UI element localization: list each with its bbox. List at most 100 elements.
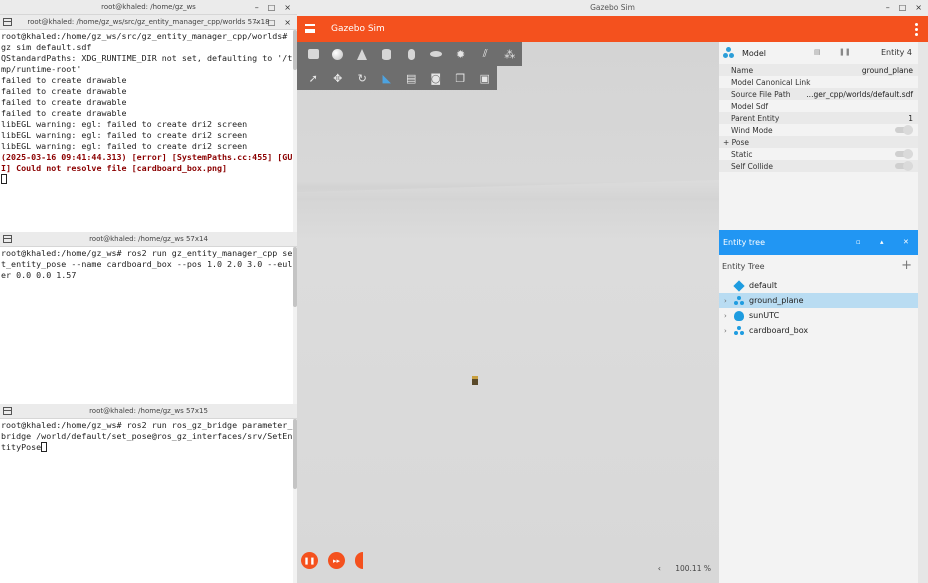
tree-item-ground-plane[interactable]: › ground_plane: [719, 293, 918, 308]
app-title: Gazebo Sim: [331, 24, 385, 34]
terminal-line: root@khaled:/home/gz_ws/src/gz_entity_ma…: [1, 31, 293, 52]
terminal-line: failed to create drawable: [1, 75, 127, 85]
entity-tree-header-title: Entity tree: [723, 238, 765, 247]
terminal-line: libEGL warning: egl: failed to create dr…: [1, 130, 248, 140]
select-icon[interactable]: ➚: [301, 66, 326, 90]
scene-3d-viewport[interactable]: ✹ ⫽ ⁂ ➚ ✥ ↻ ◣ ▤ ◙ ❐ ▣ ❚❚ ▸▸ ‹ 100.11 %: [297, 42, 719, 583]
shapes-toolbar: ✹ ⫽ ⁂: [297, 42, 522, 66]
terminal-window-set-pose[interactable]: root@khaled: /home/gz_ws 57x14 root@khal…: [0, 232, 297, 404]
terminal-output[interactable]: root@khaled:/home/gz_ws# ros2 run ros_gz…: [0, 419, 297, 454]
static-toggle[interactable]: [895, 149, 913, 159]
collapse-icon[interactable]: ▴: [880, 230, 884, 255]
terminal-cursor: [41, 442, 48, 452]
model-icon: [723, 47, 735, 59]
maximize-icon[interactable]: □: [268, 15, 276, 30]
tree-item-default[interactable]: default: [719, 278, 918, 293]
wind-mode-toggle[interactable]: [895, 125, 913, 135]
component-row-model-sdf[interactable]: Model Sdf: [719, 100, 918, 112]
paste-icon[interactable]: ▣: [473, 66, 498, 90]
terminal-line: failed to create drawable: [1, 86, 127, 96]
terminal-line: failed to create drawable: [1, 108, 127, 118]
close-icon[interactable]: ×: [284, 15, 291, 30]
close-icon[interactable]: ×: [284, 0, 291, 15]
minimize-icon[interactable]: –: [255, 0, 259, 15]
model-icon: [734, 295, 744, 306]
capsule-icon[interactable]: [399, 42, 424, 66]
translate-icon[interactable]: ✥: [326, 66, 351, 90]
add-entity-icon[interactable]: +: [901, 258, 912, 274]
real-time-factor: 100.11 %: [675, 564, 711, 573]
chevron-right-icon[interactable]: ›: [724, 297, 734, 305]
component-row-wind-mode: Wind Mode: [719, 124, 918, 136]
more-options-icon[interactable]: [915, 23, 918, 36]
copy-icon[interactable]: ❐: [448, 66, 473, 90]
maximize-icon[interactable]: □: [268, 0, 276, 15]
lock-icon[interactable]: ▤: [814, 48, 821, 56]
minimize-icon[interactable]: –: [255, 15, 259, 30]
step-count-icon[interactable]: [355, 552, 363, 569]
right-panel-scrollbar[interactable]: [918, 42, 928, 583]
gazebo-window-title: Gazebo Sim: [590, 3, 635, 12]
component-row-static: Static: [719, 148, 918, 160]
float-icon[interactable]: ▫: [856, 230, 861, 255]
terminal-window-bridge[interactable]: root@khaled: /home/gz_ws 57x15 root@khal…: [0, 404, 297, 583]
step-icon[interactable]: ▸▸: [328, 552, 345, 569]
component-row-canonical-link: Model Canonical Link: [731, 77, 811, 87]
box-icon[interactable]: [301, 42, 326, 66]
gazebo-window: Gazebo Sim – □ × Gazebo Sim ✹ ⫽ ⁂ ➚ ✥ ↻: [297, 0, 928, 583]
terminal-title: root@khaled: /home/gz_ws 57x15: [89, 407, 208, 415]
camera-icon[interactable]: ◙: [424, 66, 449, 90]
component-row-parent-entity: Parent Entity 1: [719, 112, 918, 124]
tools-toolbar: ➚ ✥ ↻ ◣ ▤ ◙ ❐ ▣: [297, 66, 497, 90]
model-icon: [734, 325, 744, 336]
terminal-line: failed to create drawable: [1, 97, 127, 107]
terminal-title: root@khaled: /home/gz_ws: [101, 3, 196, 11]
chevron-left-icon[interactable]: ‹: [658, 564, 661, 573]
grid-icon[interactable]: ▤: [399, 66, 424, 90]
pause-icon[interactable]: ❚❚: [301, 552, 318, 569]
tree-item-label: cardboard_box: [749, 326, 809, 335]
entity-id: Entity 4: [881, 48, 912, 57]
entity-tree-label: Entity Tree: [722, 262, 765, 271]
cardboard-box-model[interactable]: [472, 376, 478, 385]
component-row-pose[interactable]: + Pose: [719, 136, 918, 148]
terminal-titlebar[interactable]: root@khaled: /home/gz_ws – □ ×: [0, 0, 297, 15]
component-row-source-file: Source File Path ...ger_cpp/worlds/defaul…: [719, 88, 918, 100]
terminal-titlebar[interactable]: root@khaled: /home/gz_ws 57x14: [0, 232, 297, 247]
terminal-window-gz-sim[interactable]: root@khaled: /home/gz_ws/src/gz_entity_m…: [0, 15, 297, 232]
terminal-titlebar[interactable]: root@khaled: /home/gz_ws/src/gz_entity_m…: [0, 15, 297, 30]
chevron-right-icon[interactable]: ›: [724, 312, 734, 320]
directional-light-icon[interactable]: ⫽: [473, 42, 498, 66]
cone-icon[interactable]: [350, 42, 375, 66]
close-icon[interactable]: ×: [915, 0, 922, 16]
entity-tree-list: default › ground_plane › sunUTC › cardbo…: [719, 278, 918, 338]
minimize-icon[interactable]: –: [886, 0, 890, 16]
entity-tree-header: Entity tree ▫ ▴ ✕: [719, 230, 918, 255]
gazebo-titlebar[interactable]: Gazebo Sim – □ ×: [297, 0, 928, 16]
rotate-icon[interactable]: ↻: [350, 66, 375, 90]
sphere-icon[interactable]: [326, 42, 351, 66]
right-panel: Model ▤ ❚❚ Entity 4 Name ground_plane Mod…: [719, 42, 918, 583]
terminal-titlebar[interactable]: root@khaled: /home/gz_ws 57x15: [0, 404, 297, 419]
terminal-title: root@khaled: /home/gz_ws 57x14: [89, 235, 208, 243]
gazebo-app-bar: Gazebo Sim: [297, 16, 928, 42]
snap-icon[interactable]: ◣: [375, 66, 400, 90]
component-list: Name ground_plane Model Canonical Link So…: [719, 64, 918, 172]
pause-updates-icon[interactable]: ❚❚: [839, 48, 851, 56]
terminal-output[interactable]: root@khaled:/home/gz_ws/src/gz_entity_ma…: [0, 30, 297, 186]
hamburger-menu-icon[interactable]: [305, 24, 315, 33]
close-icon[interactable]: ✕: [903, 230, 909, 255]
chevron-right-icon[interactable]: ›: [724, 327, 734, 335]
tree-item-sunutc[interactable]: › sunUTC: [719, 308, 918, 323]
terminal-output[interactable]: root@khaled:/home/gz_ws# ros2 run gz_ent…: [0, 247, 297, 282]
tree-item-cardboard-box[interactable]: › cardboard_box: [719, 323, 918, 338]
maximize-icon[interactable]: □: [899, 0, 907, 16]
spot-light-icon[interactable]: ⁂: [498, 42, 523, 66]
terminal-line: QStandardPaths: XDG_RUNTIME_DIR not set,…: [1, 53, 293, 74]
cylinder-icon[interactable]: [375, 42, 400, 66]
sun-icon[interactable]: ✹: [448, 42, 473, 66]
ellipsoid-icon[interactable]: [424, 42, 449, 66]
self-collide-toggle[interactable]: [895, 161, 913, 171]
component-row-name: Name ground_plane: [719, 64, 918, 76]
terminal-error-line: (2025-03-16 09:41:44.313) [error] [Syste…: [1, 152, 293, 173]
